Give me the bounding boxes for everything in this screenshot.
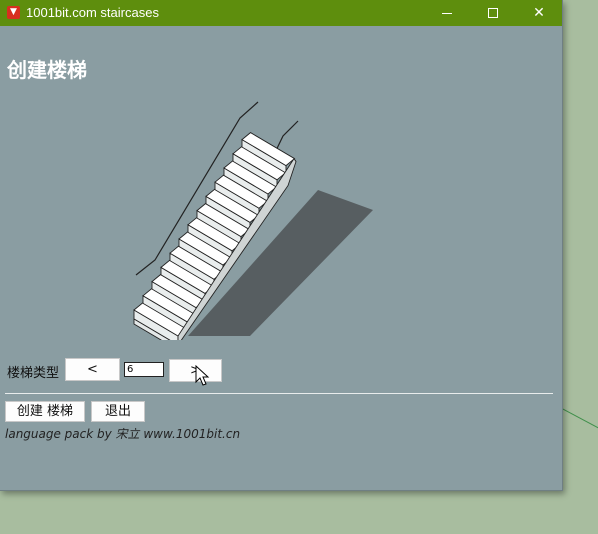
minimize-button[interactable] — [424, 0, 470, 26]
title-bar[interactable]: ▼ 1001bit.com staircases ✕ — [0, 0, 562, 26]
create-staircase-button[interactable]: 创建 楼梯 — [5, 401, 85, 422]
staircase-dialog-window: ▼ 1001bit.com staircases ✕ 创建楼梯 楼梯类型 < 6… — [0, 0, 563, 491]
close-icon: ✕ — [533, 5, 545, 21]
stair-type-label: 楼梯类型 — [7, 366, 60, 381]
sketchup-icon: ▼ — [7, 6, 20, 19]
staircase-preview-image — [133, 101, 373, 340]
minimize-icon — [442, 13, 452, 14]
previous-type-button[interactable]: < — [65, 358, 120, 381]
stair-type-field[interactable]: 6 — [124, 362, 164, 377]
maximize-icon — [488, 8, 498, 18]
dialog-heading: 创建楼梯 — [7, 58, 87, 82]
maximize-button[interactable] — [470, 0, 516, 26]
mouse-cursor-icon — [195, 365, 210, 386]
window-title: 1001bit.com staircases — [26, 5, 159, 20]
close-button[interactable]: ✕ — [516, 0, 562, 26]
language-pack-credit: language pack by 宋立 www.1001bit.cn — [5, 427, 241, 441]
exit-button[interactable]: 退出 — [91, 401, 145, 422]
dialog-divider — [5, 393, 553, 394]
model-edge-line — [561, 408, 598, 433]
